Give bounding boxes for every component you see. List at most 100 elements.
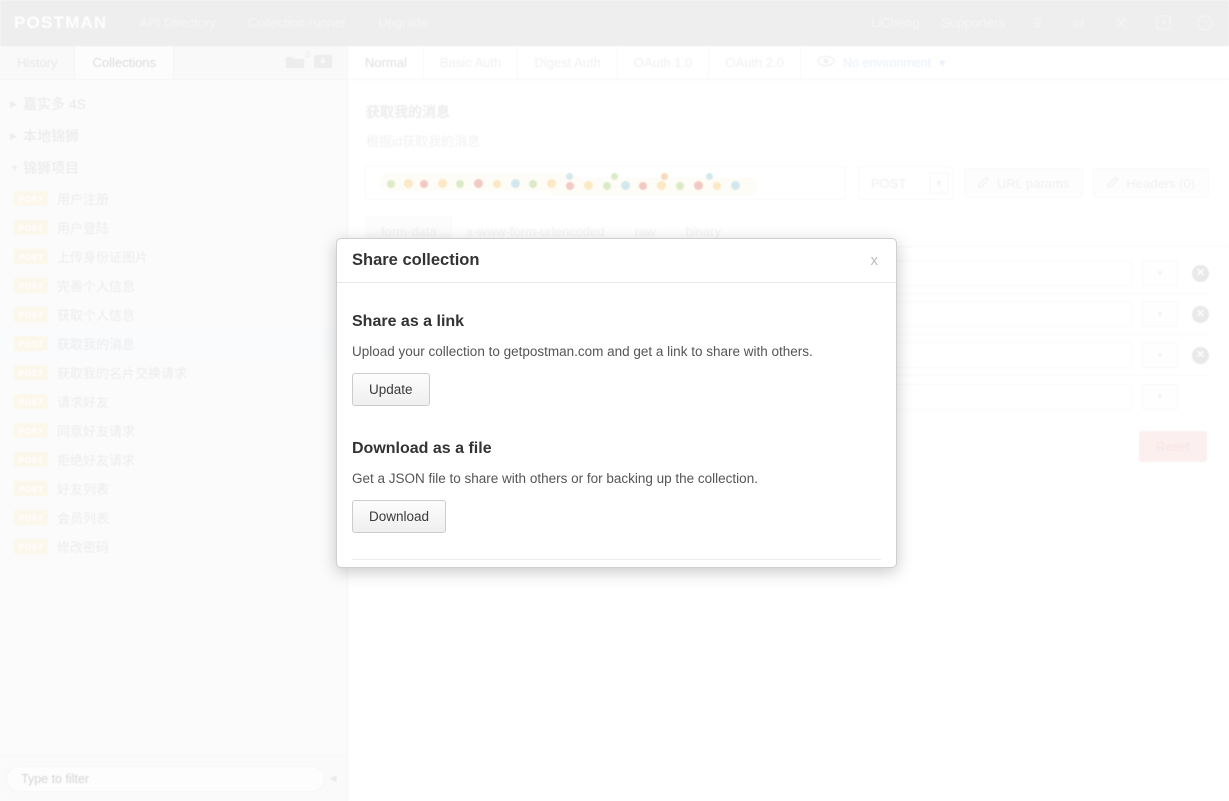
nav-api-directory[interactable]: API Directory [139,15,216,30]
method-badge: POST [14,394,48,409]
request-label: 会员列表 [57,511,110,526]
request-label: 请求好友 [57,395,110,410]
request-label: 同意好友请求 [57,424,136,439]
edit-icon [1107,175,1119,191]
list-item[interactable]: POST 上传身份证图片 [0,242,347,271]
collection-group-label: 嘉实多 4S [23,96,87,112]
chevron-down-icon: ▼ [10,163,19,173]
collection-group-jinshixiangmu[interactable]: ▼ 锦狮项目 [0,152,347,184]
list-item[interactable]: POST 用户注册 [0,184,347,213]
sidebar: History Collections 0 ▶ 嘉实多 4S ▶ 本地锦狮 ▼ … [0,46,348,801]
download-as-file-description: Get a JSON file to share with others or … [352,471,758,486]
list-item[interactable]: POST 拒绝好友请求 [0,445,347,474]
headers-label: Headers (0) [1126,175,1195,191]
request-label: 用户注册 [57,192,110,207]
request-label: 获取个人信息 [57,308,136,323]
list-item[interactable]: POST 获取个人信息 [0,300,347,329]
list-item[interactable]: POST 同意好友请求 [0,416,347,445]
list-item[interactable]: POST 获取我的名片交换请求 [0,358,347,387]
method-badge: POST [14,510,48,525]
user-menu-licheng[interactable]: LiCheng [871,15,919,30]
tab-oauth-2[interactable]: OAuth 2.0 [709,46,801,79]
eye-icon[interactable] [817,54,835,72]
request-label: 上传身份证图片 [57,250,149,265]
param-type-select[interactable]: ▾ [1142,383,1178,410]
param-type-select[interactable]: ▾ [1142,342,1178,368]
nav-supporters[interactable]: Supporters [941,15,1005,30]
edit-icon [978,175,990,191]
new-collection-badge: 0 [305,49,310,59]
delete-row-icon[interactable]: ✕ [1192,264,1209,282]
modal-title: Share collection [352,251,480,269]
tab-history[interactable]: History [0,46,76,79]
tab-collections[interactable]: Collections [75,46,175,79]
tab-basic-auth[interactable]: Basic Auth [424,46,519,79]
method-badge: POST [14,365,48,380]
method-badge: POST [14,249,48,264]
list-item[interactable]: POST 用户登陆 [0,213,347,242]
search-input[interactable] [6,765,325,792]
environment-selector[interactable]: No environment ▾ [801,46,945,79]
request-label: 获取我的消息 [57,337,136,352]
param-type-select[interactable]: ▾ [1142,260,1178,286]
nav-upgrade[interactable]: Upgrade [378,15,428,30]
download-button[interactable]: Download [352,500,447,533]
tab-normal[interactable]: Normal [349,46,424,79]
request-label: 拒绝好友请求 [57,453,136,468]
request-description: 根据id获取我的消息 [366,134,481,149]
share-as-link-description: Upload your collection to getpostman.com… [352,344,813,359]
list-item[interactable]: POST 修改密码 [0,532,347,561]
filter-bar: ◀ [0,755,347,801]
request-label: 获取我的名片交换请求 [57,366,188,381]
url-params-button[interactable]: URL params [963,168,1084,198]
method-badge: POST [14,423,48,438]
new-collection-icon[interactable]: 0 [285,49,310,73]
trophy-icon[interactable]: ♛ [1027,13,1047,33]
method-badge: POST [14,481,48,496]
update-button[interactable]: Update [352,373,430,406]
method-select[interactable]: POST ▾ [857,166,954,200]
top-bar: POSTMAN API Directory Collection runner … [0,0,1229,46]
tab-digest-auth[interactable]: Digest Auth [518,46,618,79]
collection-group-bendijinshi[interactable]: ▶ 本地锦狮 [0,120,347,152]
delete-row-icon[interactable]: ✕ [1192,305,1209,323]
modal-body: Share as a link Upload your collection t… [337,283,896,560]
download-as-file-heading: Download as a file [352,440,492,457]
method-badge: POST [14,307,48,322]
method-badge: POST [14,539,48,554]
chevron-right-icon: ▶ [10,98,17,109]
url-input[interactable] [365,166,846,200]
url-obscured-content [366,167,845,199]
help-icon[interactable]: ? [1195,13,1215,33]
list-item[interactable]: POST 好友列表 [0,474,347,503]
save-icon[interactable] [1153,13,1173,33]
method-badge: POST [14,191,48,206]
request-label: 好友列表 [57,482,110,497]
delete-row-icon[interactable]: ✕ [1192,346,1209,364]
import-collection-icon[interactable] [313,53,335,73]
wrench-icon[interactable]: ⚒ [1111,13,1131,33]
nav-collection-runner[interactable]: Collection runner [248,15,346,30]
share-as-link-heading: Share as a link [352,313,465,330]
collection-group-jiashiduo[interactable]: ▶ 嘉实多 4S [0,88,347,120]
list-item[interactable]: POST 请求好友 [0,387,347,416]
list-item[interactable]: POST 会员列表 [0,503,347,532]
share-collection-modal: Share collection x Share as a link Uploa… [336,238,897,568]
request-label: 用户登陆 [57,221,110,236]
url-row: POST ▾ URL params Headers (0) [365,166,1229,200]
chevron-down-icon[interactable]: ▾ [928,172,949,194]
tab-oauth-1[interactable]: OAuth 1.0 [618,46,710,79]
sidebar-tools: 0 [285,46,347,79]
sync-icon[interactable]: ⇄ [1069,13,1089,33]
param-type-select[interactable]: ▾ [1142,301,1178,327]
collections-list: ▶ 嘉实多 4S ▶ 本地锦狮 ▼ 锦狮项目 POST 用户注册 POST 用户… [0,80,347,561]
collapse-sidebar-icon[interactable]: ◀ [325,773,341,784]
reset-button[interactable]: Reset [1139,431,1207,462]
chevron-down-icon[interactable]: ▾ [939,55,945,70]
close-icon[interactable]: x [871,252,879,269]
list-item[interactable]: POST 完善个人信息 [0,271,347,300]
method-badge: POST [14,220,48,235]
headers-button[interactable]: Headers (0) [1093,168,1209,198]
environment-label[interactable]: No environment [843,56,931,70]
list-item-selected[interactable]: POST 获取我的消息 [0,329,347,358]
